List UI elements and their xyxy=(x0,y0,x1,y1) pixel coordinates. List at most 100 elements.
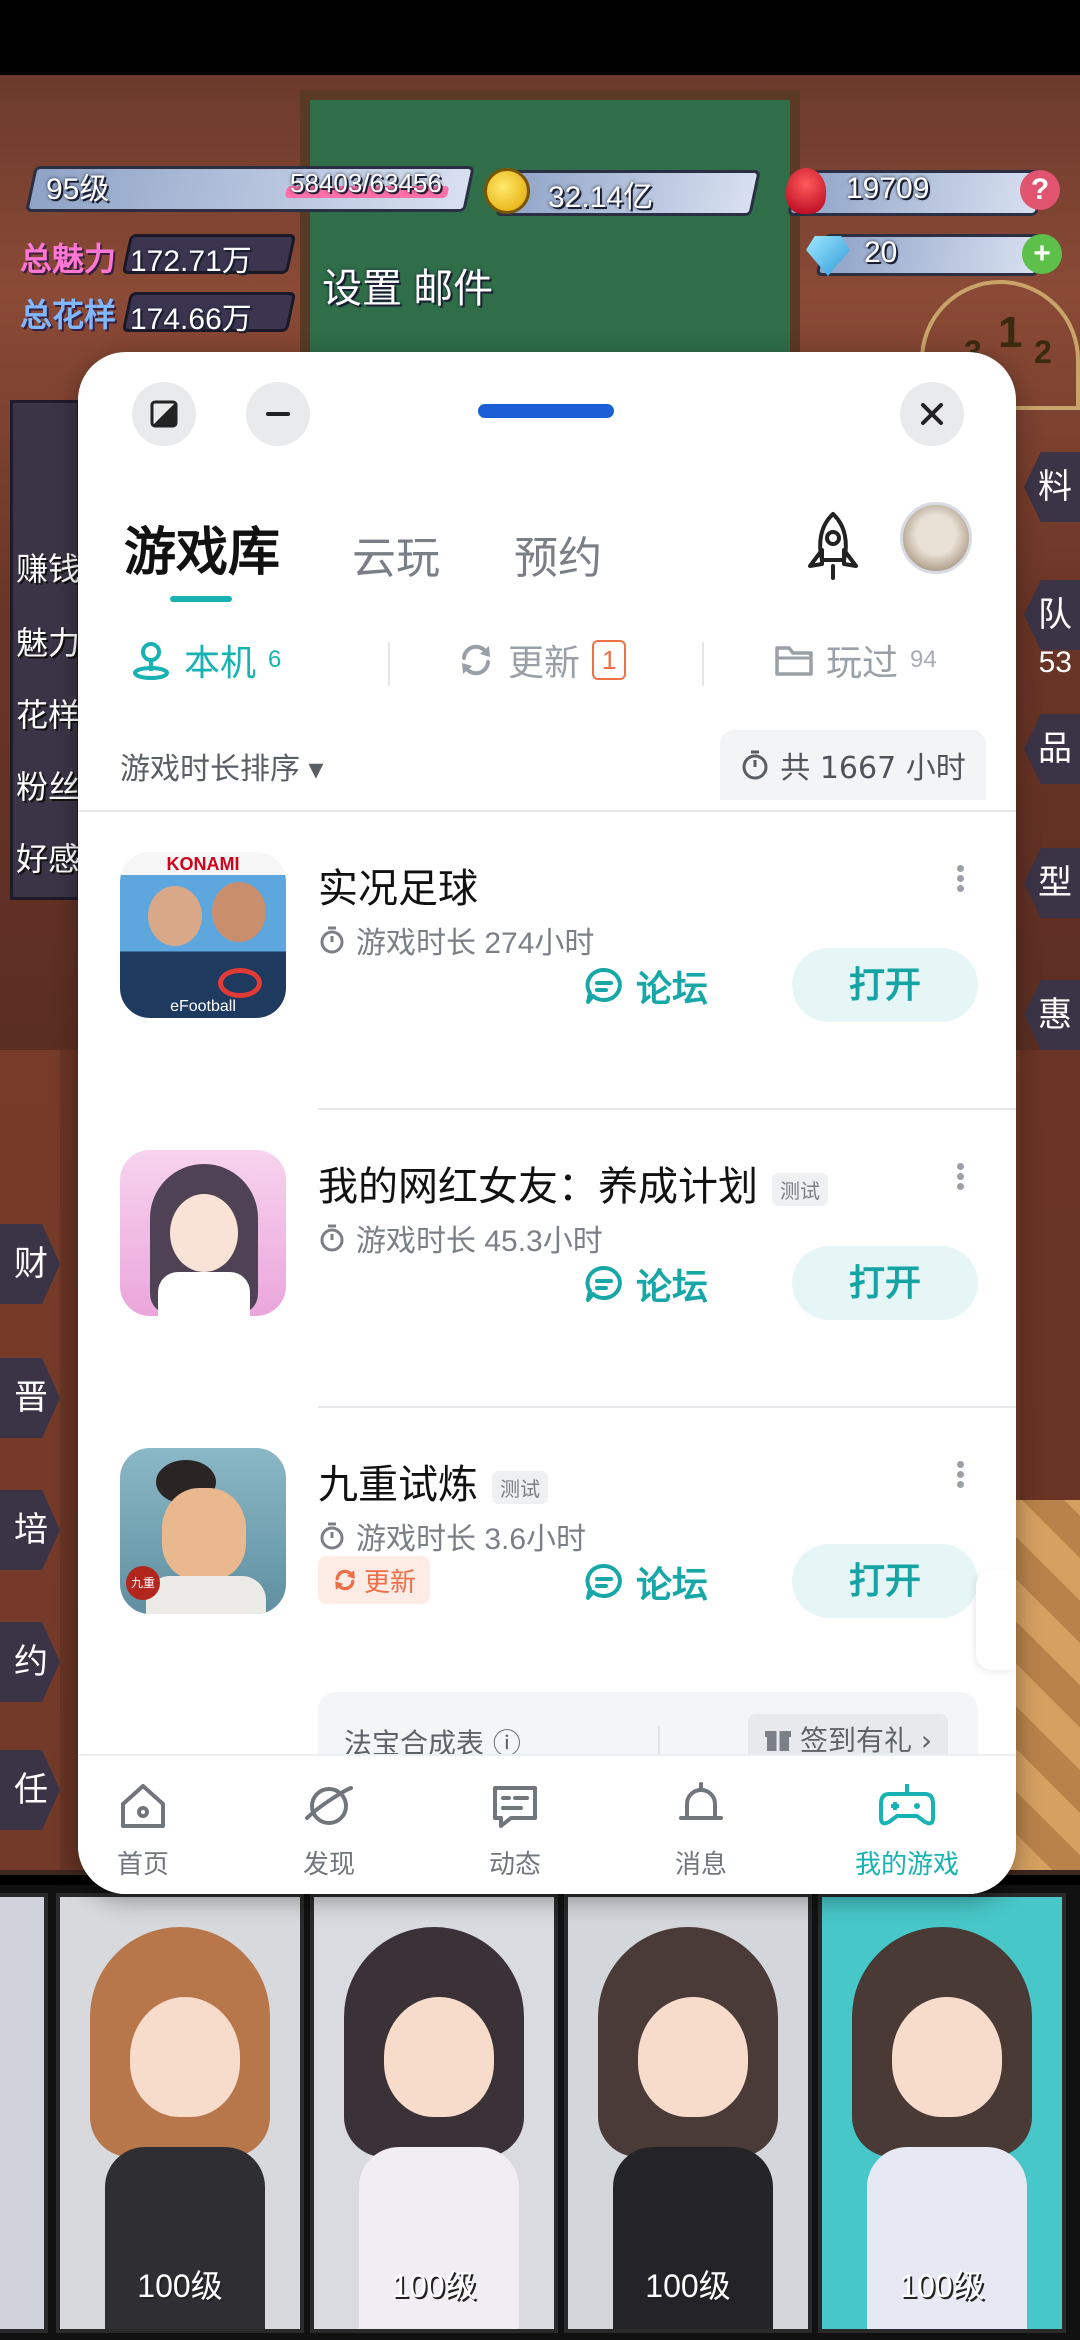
side-menu-item[interactable]: 好感 xyxy=(16,834,80,880)
character-card[interactable]: 100级 xyxy=(818,1893,1066,2333)
forum-button[interactable]: 论坛 xyxy=(584,1546,708,1618)
nav-messages[interactable]: 消息 xyxy=(636,1778,766,1881)
play-time: 游戏时长 3.6小时 xyxy=(318,1514,586,1558)
update-button[interactable]: 更新 xyxy=(318,1556,431,1604)
character-level: 100级 xyxy=(391,2268,477,2304)
resize-icon xyxy=(150,400,178,428)
exp-value: 58403/63456 xyxy=(290,168,442,198)
rocket-icon[interactable] xyxy=(798,510,868,582)
floor-tiles xyxy=(1010,1500,1080,1870)
open-button[interactable]: 打开 xyxy=(792,948,978,1022)
game-title[interactable]: 九重试炼 测试 xyxy=(318,1452,548,1510)
gold-coin-icon xyxy=(484,168,530,214)
stopwatch-icon xyxy=(320,1522,344,1550)
game-title-text: 九重试炼 xyxy=(318,1463,478,1507)
active-tab-indicator xyxy=(170,596,232,602)
side-menu-item[interactable]: 花样 xyxy=(16,690,80,736)
subtab-played-count: 94 xyxy=(910,646,937,673)
sort-dropdown[interactable]: 游戏时长排序 ▾ xyxy=(120,744,323,788)
rose-value: 19709 xyxy=(846,172,930,205)
resize-button[interactable] xyxy=(132,382,196,446)
more-options-icon[interactable] xyxy=(950,1160,970,1200)
play-time: 游戏时长 274小时 xyxy=(318,918,594,962)
netease-logo-icon xyxy=(218,968,262,998)
game-title[interactable]: 我的网红女友：养成计划 测试 xyxy=(318,1154,828,1212)
forum-button[interactable]: 论坛 xyxy=(584,950,708,1022)
diamond-value: 20 xyxy=(864,236,898,269)
player-face xyxy=(148,886,202,946)
subtab-played[interactable]: 玩过 94 xyxy=(774,620,937,700)
pattern-value: 174.66万 xyxy=(130,303,252,336)
tab-reservation[interactable]: 预约 xyxy=(514,522,602,586)
forum-icon xyxy=(585,1563,622,1600)
character-face xyxy=(384,1997,494,2117)
character-face xyxy=(170,1194,238,1272)
game-title[interactable]: 实况足球 xyxy=(318,856,478,914)
podium-first: 1 xyxy=(998,308,1023,357)
nav-feed[interactable]: 动态 xyxy=(450,1778,580,1881)
subtab-local-label: 本机 xyxy=(184,642,257,683)
forum-button[interactable]: 论坛 xyxy=(584,1248,708,1320)
add-diamond-icon[interactable]: + xyxy=(1022,234,1062,274)
game-row: KONAMI eFootball 实况足球 游戏时长 274小时 论坛 打开 xyxy=(78,812,1016,1110)
nav-discover-label: 发现 xyxy=(302,1849,355,1879)
nav-my-games[interactable]: 我的游戏 xyxy=(822,1778,992,1881)
help-icon[interactable]: ? xyxy=(1020,170,1060,210)
subtab-update[interactable]: 更新 1 xyxy=(456,620,627,700)
gift-icon xyxy=(765,1731,791,1751)
character-level: 100级 xyxy=(645,2268,731,2304)
more-options-icon[interactable] xyxy=(950,862,970,902)
side-menu-item[interactable]: 赚钱 xyxy=(16,544,80,590)
tab-game-library[interactable]: 游戏库 xyxy=(124,510,280,585)
game-title-text: 我的网红女友：养成计划 xyxy=(318,1165,758,1209)
game-icon-efootball[interactable]: KONAMI eFootball xyxy=(120,852,286,1018)
nav-discover[interactable]: 发现 xyxy=(264,1778,394,1881)
minimize-button[interactable] xyxy=(246,382,310,446)
character-strip: 100级 100级 100级 100级 xyxy=(0,1885,1080,2340)
side-menu-item[interactable]: 魅力 xyxy=(16,618,80,664)
drag-handle[interactable] xyxy=(478,404,614,418)
game-icon-jiuzhong[interactable]: 九重 xyxy=(120,1448,286,1614)
nav-home[interactable]: 首页 xyxy=(78,1778,208,1881)
side-menu-item[interactable]: 粉丝 xyxy=(16,762,80,808)
open-button[interactable]: 打开 xyxy=(792,1246,978,1320)
character-outfit xyxy=(158,1272,250,1316)
character-card[interactable]: 100级 xyxy=(56,1893,304,2333)
side-drawer-tab[interactable] xyxy=(976,1570,1016,1670)
game-icon-girlfriend[interactable] xyxy=(120,1150,286,1316)
rose-icon xyxy=(786,168,826,214)
nav-messages-label: 消息 xyxy=(674,1849,727,1879)
open-button[interactable]: 打开 xyxy=(792,1544,978,1618)
play-time-text: 游戏时长 45.3小时 xyxy=(356,1225,603,1258)
beta-tag: 测试 xyxy=(772,1172,828,1206)
tab-cloud-play[interactable]: 云玩 xyxy=(352,522,440,586)
subtab-played-label: 玩过 xyxy=(826,642,899,683)
nav-home-label: 首页 xyxy=(116,1849,169,1879)
character-robe xyxy=(146,1576,266,1614)
refresh-icon xyxy=(335,1569,355,1591)
settings-mail-label[interactable]: 设置 邮件 xyxy=(322,256,493,314)
character-card[interactable] xyxy=(0,1893,48,2333)
close-button[interactable] xyxy=(900,382,964,446)
character-level: 100级 xyxy=(899,2268,985,2304)
character-card[interactable]: 100级 xyxy=(310,1893,558,2333)
more-options-icon[interactable] xyxy=(950,1458,970,1498)
local-device-icon xyxy=(133,642,169,680)
forum-label: 论坛 xyxy=(636,1564,709,1605)
charm-value: 172.71万 xyxy=(130,245,252,278)
refresh-icon xyxy=(462,644,490,676)
chalkboard xyxy=(300,90,800,370)
subtab-local-count: 6 xyxy=(268,646,282,673)
divider xyxy=(702,642,704,686)
character-face xyxy=(130,1997,240,2117)
close-icon xyxy=(921,403,943,425)
checkin-gift-label: 签到有礼 › xyxy=(800,1724,933,1757)
gamepad-icon xyxy=(879,1784,935,1826)
subtab-local[interactable]: 本机 6 xyxy=(130,620,281,700)
avatar[interactable] xyxy=(900,502,972,574)
stopwatch-icon xyxy=(742,750,768,780)
charm-label: 总魅力 xyxy=(20,241,117,277)
character-face xyxy=(162,1488,246,1580)
sort-row: 游戏时长排序 ▾ 共 1667 小时 xyxy=(78,730,1016,800)
character-card[interactable]: 100级 xyxy=(564,1893,812,2333)
